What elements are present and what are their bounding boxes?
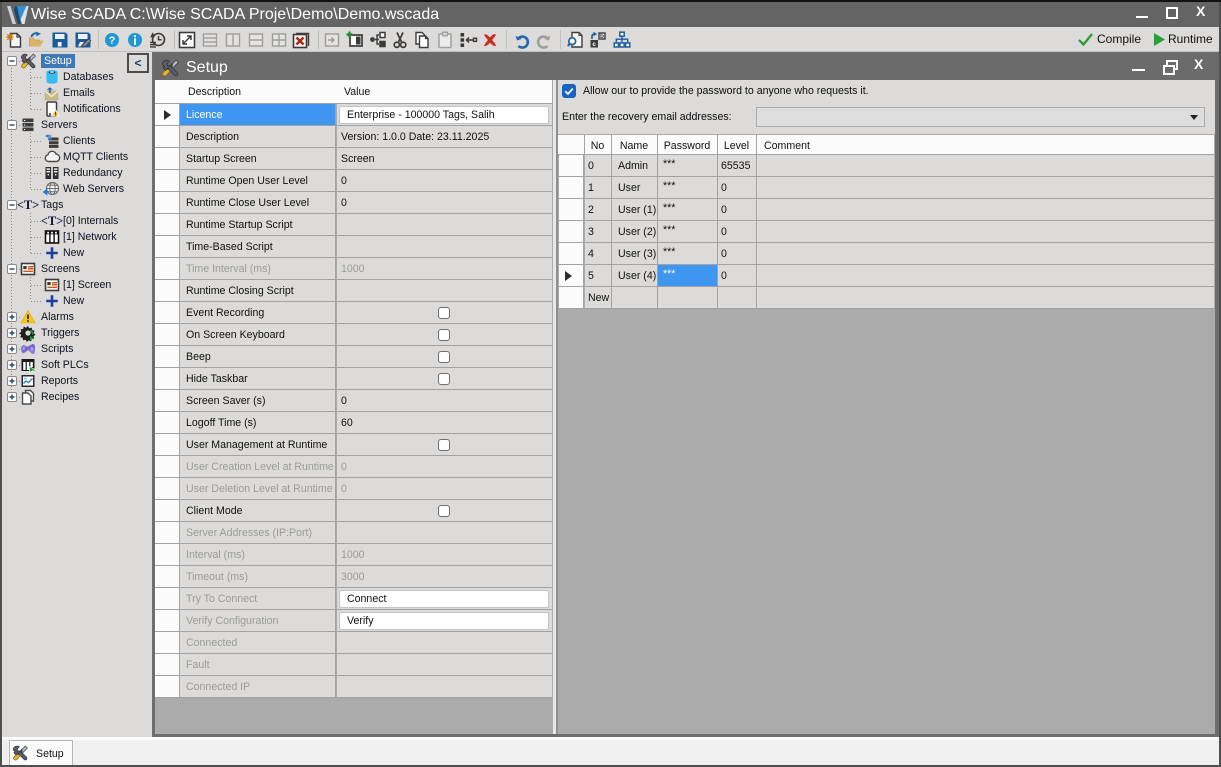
svg-text:b: b: [600, 33, 604, 40]
svg-text:<T>: <T>: [17, 198, 40, 212]
svg-text:<T>: <T>: [41, 214, 64, 228]
svg-text:c: c: [592, 41, 596, 48]
svg-text:?: ?: [109, 34, 116, 46]
